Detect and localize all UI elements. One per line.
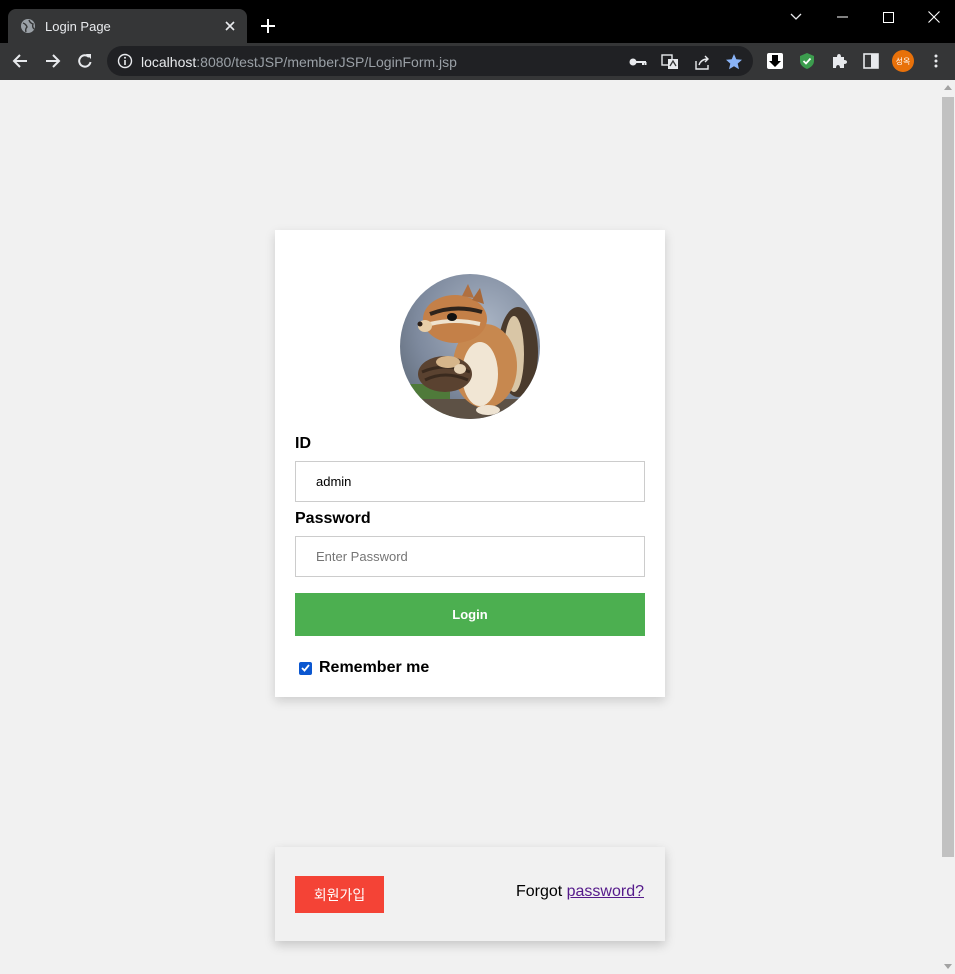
back-button[interactable] xyxy=(7,48,33,74)
minimize-button[interactable] xyxy=(819,3,865,31)
password-input[interactable] xyxy=(295,536,645,577)
reload-button[interactable] xyxy=(72,48,98,74)
close-window-button[interactable] xyxy=(911,3,955,31)
reload-icon xyxy=(78,54,92,68)
maximize-button[interactable] xyxy=(865,3,911,31)
globe-icon xyxy=(20,18,36,34)
download-icon[interactable] xyxy=(765,51,785,71)
translate-icon[interactable] xyxy=(661,53,679,71)
key-icon[interactable] xyxy=(629,53,647,71)
chevron-down-icon xyxy=(790,13,802,20)
remember-me-label[interactable]: Remember me xyxy=(319,659,429,677)
arrow-right-icon xyxy=(46,54,61,68)
signup-button[interactable]: 회원가입 xyxy=(295,876,384,913)
id-input[interactable] xyxy=(295,461,645,502)
signup-footer: 회원가입 Forgot password? xyxy=(275,847,665,941)
maximize-icon xyxy=(882,11,894,23)
login-card: ID Password Login Remember me xyxy=(275,230,665,697)
close-icon[interactable] xyxy=(220,16,240,36)
kebab-menu-icon[interactable] xyxy=(926,51,946,71)
url-text[interactable]: localhost:8080/testJSP/memberJSP/LoginFo… xyxy=(141,54,457,70)
close-icon xyxy=(928,11,940,23)
scroll-down-arrow-icon[interactable] xyxy=(944,964,952,969)
remember-me-row: Remember me xyxy=(299,659,429,677)
star-icon[interactable] xyxy=(725,53,743,71)
password-label: Password xyxy=(295,510,371,527)
address-bar[interactable]: localhost:8080/testJSP/memberJSP/LoginFo… xyxy=(107,46,753,76)
forward-button[interactable] xyxy=(40,48,66,74)
browser-tab[interactable]: Login Page xyxy=(8,9,247,43)
tab-search-button[interactable] xyxy=(773,3,819,31)
checkmark-icon xyxy=(301,664,310,672)
login-button[interactable]: Login xyxy=(295,593,645,636)
side-panel-icon[interactable] xyxy=(861,51,881,71)
new-tab-button[interactable] xyxy=(256,14,280,38)
remember-me-checkbox[interactable] xyxy=(299,661,312,675)
info-icon[interactable] xyxy=(117,53,133,69)
page-scrollbar[interactable] xyxy=(940,80,955,974)
browser-toolbar: localhost:8080/testJSP/memberJSP/LoginFo… xyxy=(0,43,955,80)
scrollbar-thumb[interactable] xyxy=(942,97,954,857)
browser-tab-strip: Login Page xyxy=(0,0,955,43)
profile-avatar[interactable]: 성옥 xyxy=(892,50,914,72)
forgot-password-text: Forgot password? xyxy=(516,883,644,901)
puzzle-icon[interactable] xyxy=(829,51,849,71)
scroll-up-arrow-icon[interactable] xyxy=(944,85,952,90)
plus-icon xyxy=(261,19,275,33)
share-icon[interactable] xyxy=(693,53,711,71)
forgot-prefix: Forgot xyxy=(515,883,567,900)
chipmunk-avatar-image xyxy=(400,274,540,419)
tab-title: Login Page xyxy=(45,18,111,34)
forgot-password-link[interactable]: password? xyxy=(567,883,644,900)
shield-icon[interactable] xyxy=(797,51,817,71)
id-label: ID xyxy=(295,435,311,452)
minimize-icon xyxy=(836,16,848,18)
arrow-left-icon xyxy=(12,54,27,68)
